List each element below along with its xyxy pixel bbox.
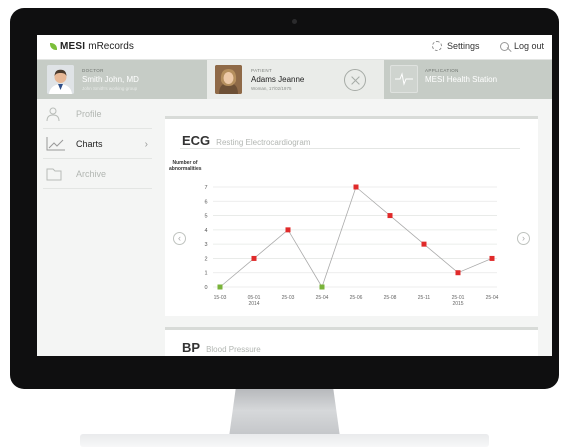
camera-dot bbox=[292, 19, 297, 24]
bp-chart-card: BP Blood Pressure bbox=[165, 327, 538, 356]
y-tick-label: 6 bbox=[204, 199, 207, 205]
logout-button[interactable]: Log out bbox=[500, 41, 544, 51]
data-point bbox=[421, 241, 427, 247]
x-year-label: 2014 bbox=[248, 301, 259, 307]
person-icon bbox=[46, 107, 66, 121]
doctor-name: Smith John, MD bbox=[82, 75, 139, 84]
sidebar-item-profile[interactable]: Profile bbox=[43, 99, 152, 129]
settings-label: Settings bbox=[447, 41, 480, 51]
patient-panel[interactable]: PATIENT Adams Jeanne Woman, 17/02/1975 bbox=[207, 60, 384, 99]
x-tick-label: 15-03 bbox=[214, 295, 227, 301]
x-tick-label: 25-04 bbox=[486, 295, 499, 301]
chart-icon bbox=[46, 136, 66, 151]
sidebar-item-archive[interactable]: Archive bbox=[43, 159, 152, 189]
monitor-photo: MESI mRecords Settings Log out DOCTOR Sm… bbox=[0, 0, 569, 447]
x-tick-label: 25-06 bbox=[350, 295, 363, 301]
doctor-avatar bbox=[47, 65, 74, 94]
application-name: MESI Health Station bbox=[425, 75, 498, 84]
logout-label: Log out bbox=[514, 41, 545, 51]
x-year-label: 2015 bbox=[452, 301, 463, 307]
brand-product: mRecords bbox=[88, 41, 134, 52]
data-point bbox=[319, 284, 325, 290]
brand-name: MESI bbox=[60, 41, 86, 52]
settings-button[interactable]: Settings bbox=[432, 41, 480, 51]
x-tick-label: 25-11 bbox=[418, 295, 431, 301]
patient-avatar bbox=[215, 65, 242, 94]
key-icon bbox=[500, 41, 509, 51]
close-patient-icon[interactable] bbox=[344, 69, 366, 91]
data-point bbox=[251, 255, 257, 261]
doctor-group: John Smith's working group bbox=[82, 86, 138, 91]
x-tick-label: 25-08 bbox=[384, 295, 397, 301]
sidebar: Profile Charts › Archive bbox=[37, 99, 160, 356]
y-tick-label: 7 bbox=[204, 185, 207, 191]
bp-abbr: BP bbox=[182, 340, 201, 355]
chevron-right-icon: › bbox=[144, 139, 148, 150]
x-tick-label: 25-03 bbox=[282, 295, 295, 301]
data-point bbox=[387, 213, 393, 219]
chevron-right-icon[interactable]: › bbox=[517, 232, 530, 245]
data-point bbox=[455, 270, 461, 276]
doctor-panel[interactable]: DOCTOR Smith John, MD John Smith's worki… bbox=[37, 60, 207, 99]
sidebar-item-label: Charts bbox=[76, 138, 103, 149]
sidebar-item-label: Profile bbox=[76, 108, 102, 119]
data-point bbox=[217, 284, 223, 290]
application-label: APPLICATION bbox=[425, 68, 459, 73]
ecg-chart-card: ECG Resting Electrocardiogram Number of … bbox=[165, 116, 538, 316]
folder-icon bbox=[46, 167, 66, 181]
data-point bbox=[489, 255, 495, 261]
patient-info: Woman, 17/02/1975 bbox=[251, 86, 292, 91]
heartbeat-icon bbox=[390, 65, 418, 93]
context-bar: DOCTOR Smith John, MD John Smith's worki… bbox=[37, 60, 552, 99]
patient-name: Adams Jeanne bbox=[251, 75, 305, 84]
patient-label: PATIENT bbox=[251, 68, 273, 73]
sidebar-item-charts[interactable]: Charts › bbox=[43, 129, 152, 159]
card-title: BP Blood Pressure bbox=[182, 340, 261, 355]
monitor-stand-neck bbox=[229, 389, 340, 437]
y-tick-label: 2 bbox=[204, 256, 207, 262]
series-line bbox=[219, 186, 493, 288]
leaf-logo-icon bbox=[50, 43, 57, 50]
data-point bbox=[353, 184, 359, 190]
gear-icon bbox=[432, 41, 442, 51]
monitor-stand-base bbox=[80, 434, 489, 447]
app-screen: MESI mRecords Settings Log out DOCTOR Sm… bbox=[37, 35, 552, 356]
main-content: ECG Resting Electrocardiogram Number of … bbox=[165, 116, 538, 356]
y-tick-label: 5 bbox=[204, 214, 207, 220]
y-tick-label: 1 bbox=[204, 271, 207, 277]
bp-full-name: Blood Pressure bbox=[206, 345, 261, 354]
y-tick-label: 4 bbox=[204, 228, 207, 234]
app-header: MESI mRecords Settings Log out bbox=[37, 35, 552, 60]
ecg-chart: 0123456715-03 05-01201425-03 25-04 25-06 25-… bbox=[204, 184, 499, 307]
sidebar-item-label: Archive bbox=[76, 168, 107, 179]
chevron-left-icon[interactable]: ‹ bbox=[173, 232, 186, 245]
application-panel[interactable]: APPLICATION MESI Health Station bbox=[384, 60, 552, 99]
app-logo[interactable]: MESI mRecords bbox=[50, 41, 134, 52]
data-point bbox=[285, 227, 291, 233]
x-tick-label: 25-04 bbox=[316, 295, 329, 301]
y-tick-label: 3 bbox=[204, 242, 207, 248]
doctor-label: DOCTOR bbox=[82, 68, 104, 73]
y-tick-label: 0 bbox=[204, 285, 207, 291]
